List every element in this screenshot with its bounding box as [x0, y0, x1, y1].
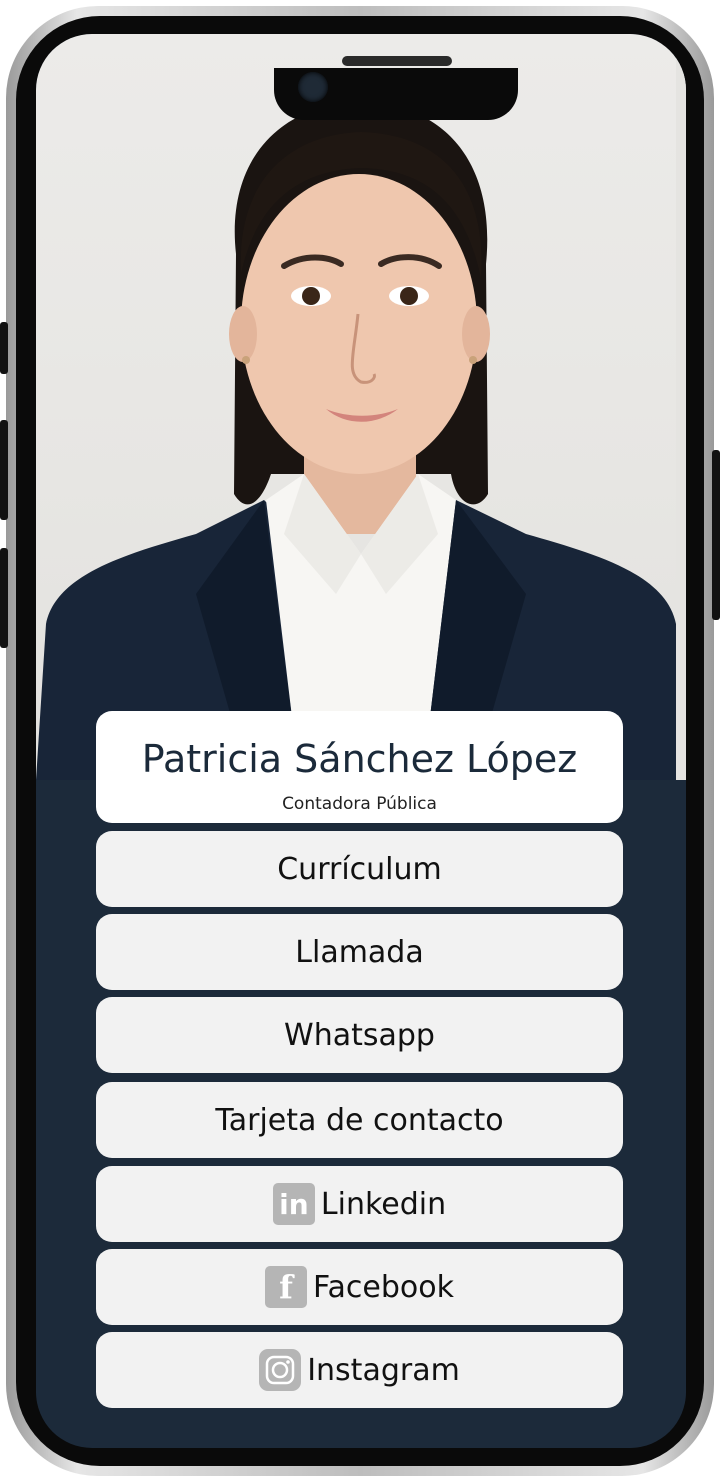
whatsapp-button[interactable]: Whatsapp [96, 997, 623, 1073]
portrait-illustration [36, 34, 686, 780]
screen: Patricia Sánchez López Contadora Pública… [36, 34, 686, 1448]
instagram-icon [259, 1349, 302, 1391]
facebook-button[interactable]: f Facebook [96, 1249, 623, 1325]
speaker-grille [342, 56, 452, 66]
power-button [712, 450, 720, 620]
curriculum-button[interactable]: Currículum [96, 831, 623, 907]
contact-card-label: Tarjeta de contacto [215, 1102, 504, 1138]
instagram-icon-glyph [265, 1355, 295, 1385]
contact-card-button[interactable]: Tarjeta de contacto [96, 1082, 623, 1158]
instagram-button[interactable]: Instagram [96, 1332, 623, 1408]
call-label: Llamada [295, 934, 424, 970]
volume-down-button [0, 420, 8, 520]
profile-title: Contadora Pública [282, 794, 437, 814]
linkedin-label: Linkedin [320, 1186, 447, 1222]
linkedin-icon-glyph: in [279, 1187, 309, 1221]
profile-card: Patricia Sánchez López Contadora Pública [96, 711, 623, 823]
whatsapp-label: Whatsapp [284, 1017, 435, 1053]
profile-name: Patricia Sánchez López [141, 737, 578, 781]
profile-photo [36, 34, 686, 780]
mute-switch [0, 548, 8, 648]
instagram-label: Instagram [307, 1352, 460, 1388]
linkedin-button[interactable]: in Linkedin [96, 1166, 623, 1242]
volume-up-button [0, 322, 8, 374]
facebook-icon: f [265, 1266, 308, 1308]
front-camera-icon [298, 72, 328, 102]
linkedin-icon: in [272, 1183, 315, 1225]
facebook-label: Facebook [313, 1269, 454, 1305]
call-button[interactable]: Llamada [96, 914, 623, 990]
facebook-icon-glyph: f [279, 1268, 293, 1306]
curriculum-label: Currículum [277, 851, 442, 887]
